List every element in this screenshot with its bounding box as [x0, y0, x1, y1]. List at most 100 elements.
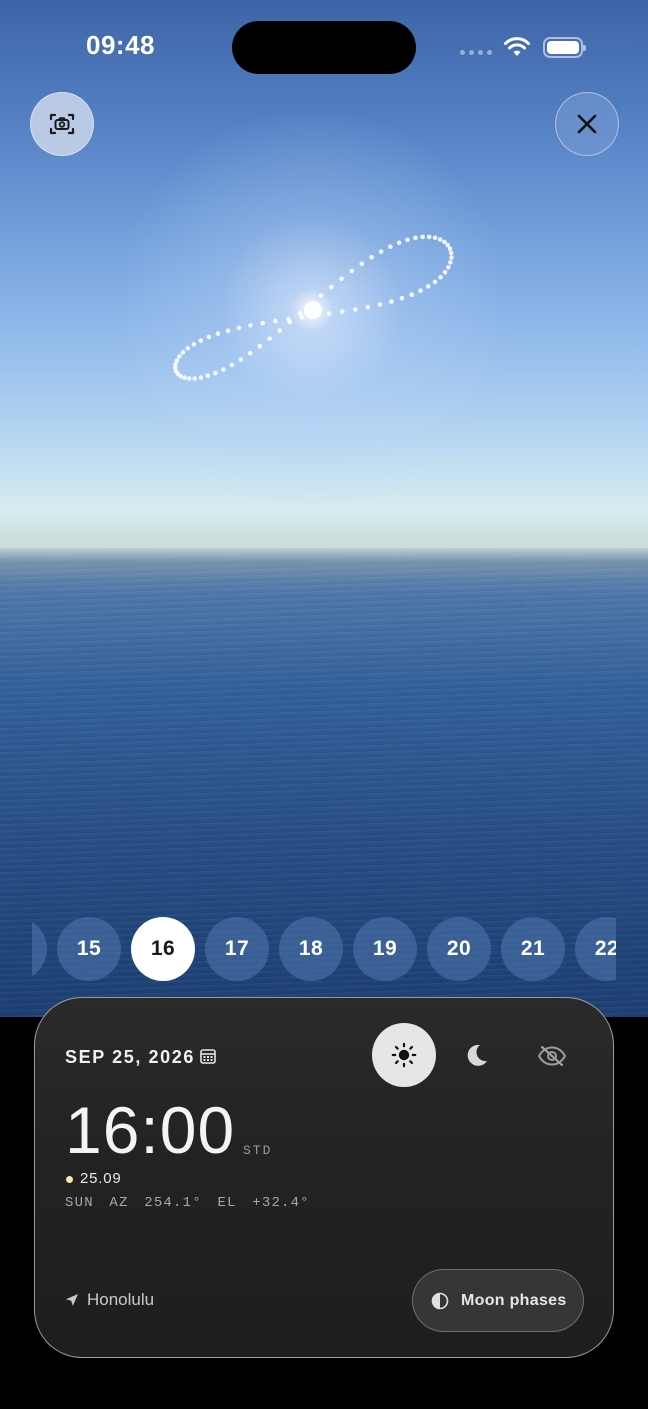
day-chip[interactable]: 19 [353, 917, 417, 981]
sun-coordinates: SUN AZ 254.1° EL +32.4° [65, 1195, 310, 1211]
day-chip[interactable]: 18 [279, 917, 343, 981]
analemma-dot [248, 323, 253, 328]
analemma-dot [213, 370, 218, 376]
analemma-dot [238, 357, 244, 362]
hide-overlay-button[interactable] [535, 1041, 569, 1071]
analemma-dot [198, 375, 204, 380]
analemma-dot [257, 344, 263, 349]
sun-icon [391, 1042, 417, 1068]
analemma-dot [446, 265, 451, 270]
location-button[interactable]: Honolulu [65, 1290, 154, 1310]
analemma-dot [198, 338, 204, 343]
moon-mode-button[interactable] [458, 1037, 494, 1073]
day-selector[interactable]: 14151617181920212223 [32, 917, 616, 981]
analemma-dot [405, 237, 410, 243]
analemma-dot [448, 250, 454, 256]
sky-scene[interactable] [0, 0, 648, 1017]
analemma-dot [432, 279, 438, 285]
wifi-icon [504, 37, 530, 56]
analemma-dot [445, 242, 451, 248]
analemma-dot [365, 304, 371, 310]
analemma-dot [191, 342, 197, 347]
camera-scan-icon [49, 113, 75, 135]
analemma-dot [396, 240, 402, 246]
analemma-dot [287, 319, 293, 325]
analemma-dot [438, 274, 443, 280]
cellular-signal-icon [460, 50, 492, 55]
analemma-dot [369, 254, 374, 260]
analemma-dot [353, 307, 358, 312]
analemma-dot [205, 373, 211, 379]
analemma-dot [177, 354, 182, 359]
analemma-dot [318, 293, 324, 299]
close-button[interactable] [555, 92, 619, 156]
analemma-dot [236, 325, 242, 331]
analemma-dot [326, 311, 332, 316]
moon-phases-button[interactable]: Moon phases [412, 1269, 584, 1332]
analemma-dot [340, 309, 345, 314]
sun-info-panel: SEP 25, 2026 16:00 STD 25.09 SUN AZ 254.… [34, 997, 614, 1358]
analemma-dot [247, 350, 253, 356]
azimuth-value: AZ 254.1° [109, 1195, 202, 1211]
timezone-label: STD [243, 1143, 273, 1158]
analemma-dot [389, 299, 394, 304]
analemma-dot [448, 260, 453, 265]
day-chip[interactable]: 15 [57, 917, 121, 981]
analemma-dot [225, 328, 231, 334]
analemma-dot [413, 235, 418, 241]
moon-phases-label: Moon phases [461, 1291, 567, 1309]
analemma-dot [442, 239, 447, 245]
analemma-path [172, 234, 454, 381]
analemma-dot [277, 328, 283, 333]
analemma-dot [297, 311, 303, 316]
analemma-dot [432, 235, 438, 240]
day-chip[interactable]: 14 [32, 917, 47, 981]
analemma-dot [260, 320, 266, 326]
day-chip[interactable]: 17 [205, 917, 269, 981]
calendar-icon[interactable] [200, 1048, 216, 1064]
analemma-dot [420, 234, 425, 240]
analemma-dot [185, 346, 191, 351]
analemma-dot [229, 362, 235, 368]
location-arrow-icon [66, 1294, 78, 1306]
location-name: Honolulu [87, 1290, 155, 1309]
analemma-dot [388, 244, 393, 249]
sun-dot-icon [66, 1176, 73, 1183]
analemma-dot [359, 261, 365, 267]
sun-mode-button[interactable] [372, 1023, 436, 1087]
analemma-dot [329, 284, 334, 290]
analemma-dot [267, 336, 272, 342]
analemma-dot [339, 276, 344, 282]
day-chip[interactable]: 21 [501, 917, 565, 981]
analemma-dot [221, 367, 226, 372]
date-label[interactable]: SEP 25, 2026 [65, 1047, 195, 1068]
moon-phase-icon [431, 1292, 449, 1309]
analemma-dot [206, 334, 212, 340]
analemma-dot [378, 249, 384, 254]
analemma-dot [186, 376, 192, 381]
analemma-dot [192, 376, 197, 381]
day-chip[interactable]: 20 [427, 917, 491, 981]
analemma-dot [437, 237, 443, 242]
body-label: SUN [65, 1195, 94, 1211]
day-chip[interactable]: 16 [131, 917, 195, 981]
selected-time[interactable]: 16:00 [65, 1092, 235, 1168]
day-chip[interactable]: 22 [575, 917, 616, 981]
analemma-dot [399, 296, 405, 301]
analemma-dot [449, 255, 454, 260]
analemma-dot [182, 375, 187, 381]
dynamic-island [232, 21, 416, 74]
analemma-dot [215, 331, 221, 337]
analemma-dot [180, 350, 186, 355]
analemma-dot [377, 302, 383, 307]
elevation-value: EL +32.4° [217, 1195, 310, 1211]
analemma-dot [442, 270, 448, 275]
status-time: 09:48 [86, 30, 155, 60]
close-icon [577, 114, 597, 134]
date-short: 25.09 [80, 1170, 122, 1187]
sun-marker[interactable] [304, 301, 322, 319]
analemma-dot [273, 318, 278, 324]
battery-icon [543, 37, 586, 58]
capture-button[interactable] [30, 92, 94, 156]
analemma-dot [409, 292, 415, 298]
